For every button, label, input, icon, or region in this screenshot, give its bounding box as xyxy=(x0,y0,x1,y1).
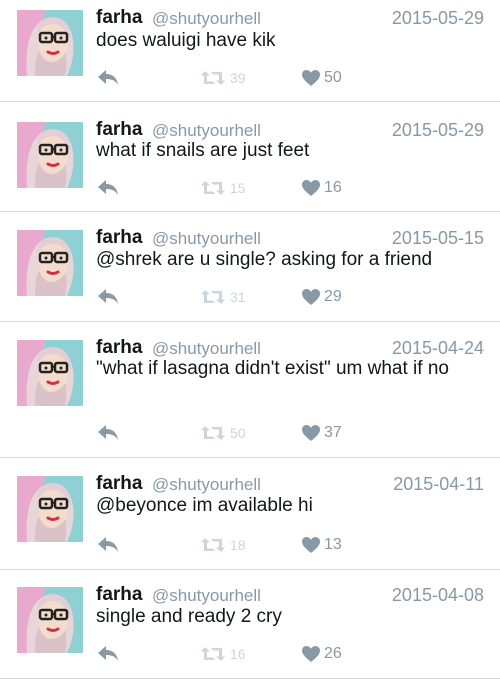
retweet-count: 15 xyxy=(230,180,246,196)
retweet-count: 50 xyxy=(230,425,246,441)
reply-button[interactable] xyxy=(96,535,120,557)
like-count: 26 xyxy=(324,645,342,662)
author-name[interactable]: farha xyxy=(96,227,142,249)
author-handle[interactable]: @shutyourhell xyxy=(152,229,261,249)
avatar[interactable] xyxy=(17,587,83,653)
reply-arrow-icon xyxy=(96,425,120,447)
like-count: 37 xyxy=(324,424,342,441)
tweet-actions: 50 37 xyxy=(96,423,396,445)
avatar[interactable] xyxy=(17,340,83,406)
reply-button[interactable] xyxy=(96,68,120,90)
tweet-actions: 15 16 xyxy=(96,178,396,200)
tweet-date: 2015-05-29 xyxy=(391,8,484,28)
retweet-count: 16 xyxy=(230,646,246,662)
tweet-feed: farha @shutyourhell 2015-05-29 does walu… xyxy=(0,0,500,679)
retweet-count: 39 xyxy=(230,70,246,86)
tweet-text: does waluigi have kik xyxy=(96,30,276,51)
reply-button[interactable] xyxy=(96,644,120,666)
tweet[interactable]: farha @shutyourhell 2015-04-24 "what if … xyxy=(0,322,500,458)
tweet-text: @shrek are u single? asking for a friend xyxy=(96,249,433,270)
tweet[interactable]: farha @shutyourhell 2015-05-29 does walu… xyxy=(0,0,500,102)
like-count: 16 xyxy=(324,179,342,196)
author-handle[interactable]: @shutyourhell xyxy=(152,9,261,29)
reply-arrow-icon xyxy=(96,289,120,311)
avatar[interactable] xyxy=(17,476,83,542)
author-name[interactable]: farha xyxy=(96,7,142,29)
tweet-actions: 39 50 xyxy=(96,68,396,90)
reply-arrow-icon xyxy=(96,180,120,202)
tweet-actions: 18 13 xyxy=(96,535,396,557)
author-handle[interactable]: @shutyourhell xyxy=(152,586,261,606)
reply-button[interactable] xyxy=(96,287,120,309)
reply-button[interactable] xyxy=(96,178,120,200)
tweet-date: 2015-04-11 xyxy=(393,474,484,494)
reply-arrow-icon xyxy=(96,646,120,668)
like-count: 13 xyxy=(324,536,342,553)
tweet[interactable]: farha @shutyourhell 2015-05-29 what if s… xyxy=(0,102,500,212)
like-count: 50 xyxy=(324,69,342,86)
tweet[interactable]: farha @shutyourhell 2015-04-08 single an… xyxy=(0,570,500,679)
author-name[interactable]: farha xyxy=(96,584,142,606)
reply-arrow-icon xyxy=(96,70,120,92)
reply-button[interactable] xyxy=(96,423,120,445)
tweet-text: "what if lasagna didn't exist" um what i… xyxy=(96,358,449,379)
retweet-count: 18 xyxy=(230,537,246,553)
author-name[interactable]: farha xyxy=(96,473,142,495)
tweet-actions: 16 26 xyxy=(96,644,396,666)
tweet[interactable]: farha @shutyourhell 2015-05-15 @shrek ar… xyxy=(0,212,500,322)
avatar[interactable] xyxy=(17,230,83,296)
tweet-date: 2015-04-08 xyxy=(391,585,484,605)
tweet-actions: 31 29 xyxy=(96,287,396,309)
author-handle[interactable]: @shutyourhell xyxy=(152,475,261,495)
tweet-text: what if snails are just feet xyxy=(96,140,310,161)
tweet[interactable]: farha @shutyourhell 2015-04-11 @beyonce … xyxy=(0,458,500,570)
tweet-text: single and ready 2 cry xyxy=(96,606,282,627)
avatar[interactable] xyxy=(17,122,83,188)
reply-arrow-icon xyxy=(96,537,120,559)
avatar[interactable] xyxy=(17,10,83,76)
retweet-count: 31 xyxy=(230,289,246,305)
tweet-text: @beyonce im available hi xyxy=(96,495,313,516)
like-count: 29 xyxy=(324,288,342,305)
tweet-date: 2015-05-15 xyxy=(391,228,484,248)
